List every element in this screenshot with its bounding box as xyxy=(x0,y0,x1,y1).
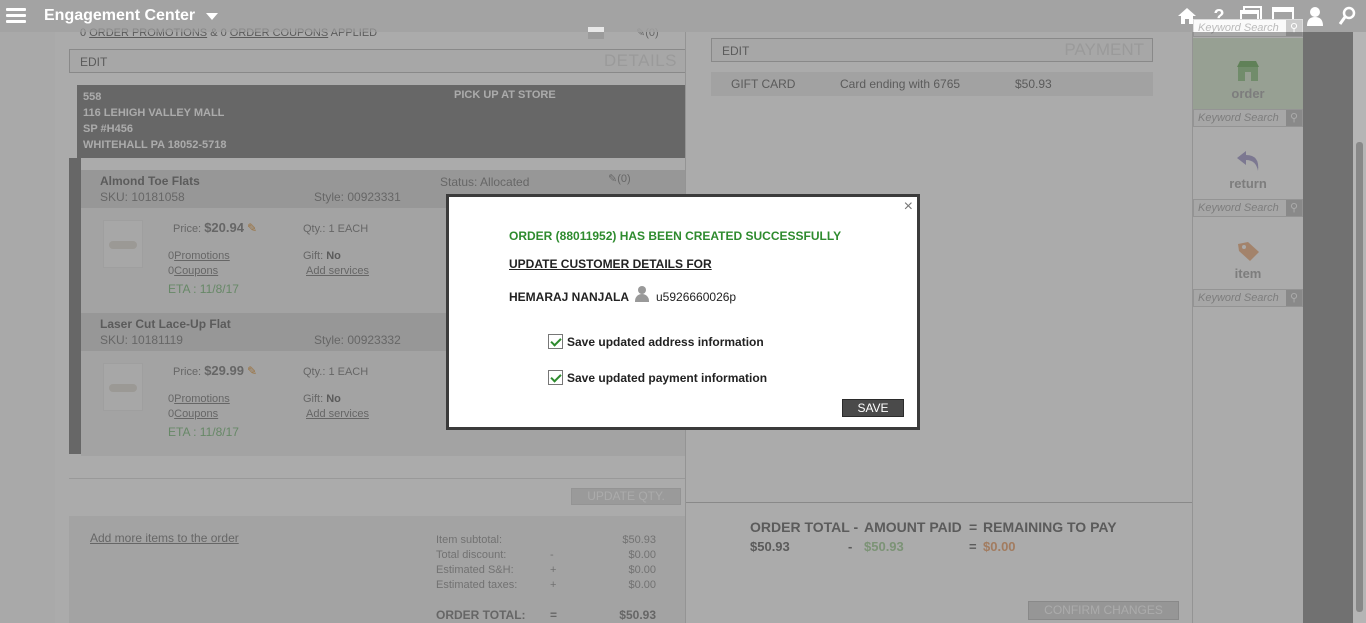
hamburger-menu-icon[interactable] xyxy=(6,8,26,24)
app-title[interactable]: Engagement Center xyxy=(44,7,195,25)
user-icon xyxy=(635,286,649,302)
save-payment-option: Save updated payment information xyxy=(548,370,767,385)
save-address-label: Save updated address information xyxy=(567,334,764,349)
user-icon[interactable] xyxy=(1304,5,1326,27)
customer-id: u5926660026p xyxy=(656,290,737,304)
save-payment-checkbox[interactable] xyxy=(548,370,563,385)
caret-down-icon[interactable] xyxy=(206,13,218,20)
success-message: ORDER (88011952) HAS BEEN CREATED SUCCES… xyxy=(509,229,842,243)
customer-name: HEMARAJ NANJALA xyxy=(509,290,630,304)
order-success-dialog: × ORDER (88011952) HAS BEEN CREATED SUCC… xyxy=(446,194,920,430)
update-customer-heading: UPDATE CUSTOMER DETAILS FOR xyxy=(509,257,712,271)
search-icon[interactable] xyxy=(1336,5,1358,27)
save-payment-label: Save updated payment information xyxy=(567,370,768,385)
close-icon[interactable]: × xyxy=(904,198,913,216)
save-address-checkbox[interactable] xyxy=(548,334,563,349)
save-address-option: Save updated address information xyxy=(548,334,764,349)
save-button[interactable]: SAVE xyxy=(842,399,904,417)
scrollbar[interactable] xyxy=(1353,32,1366,623)
